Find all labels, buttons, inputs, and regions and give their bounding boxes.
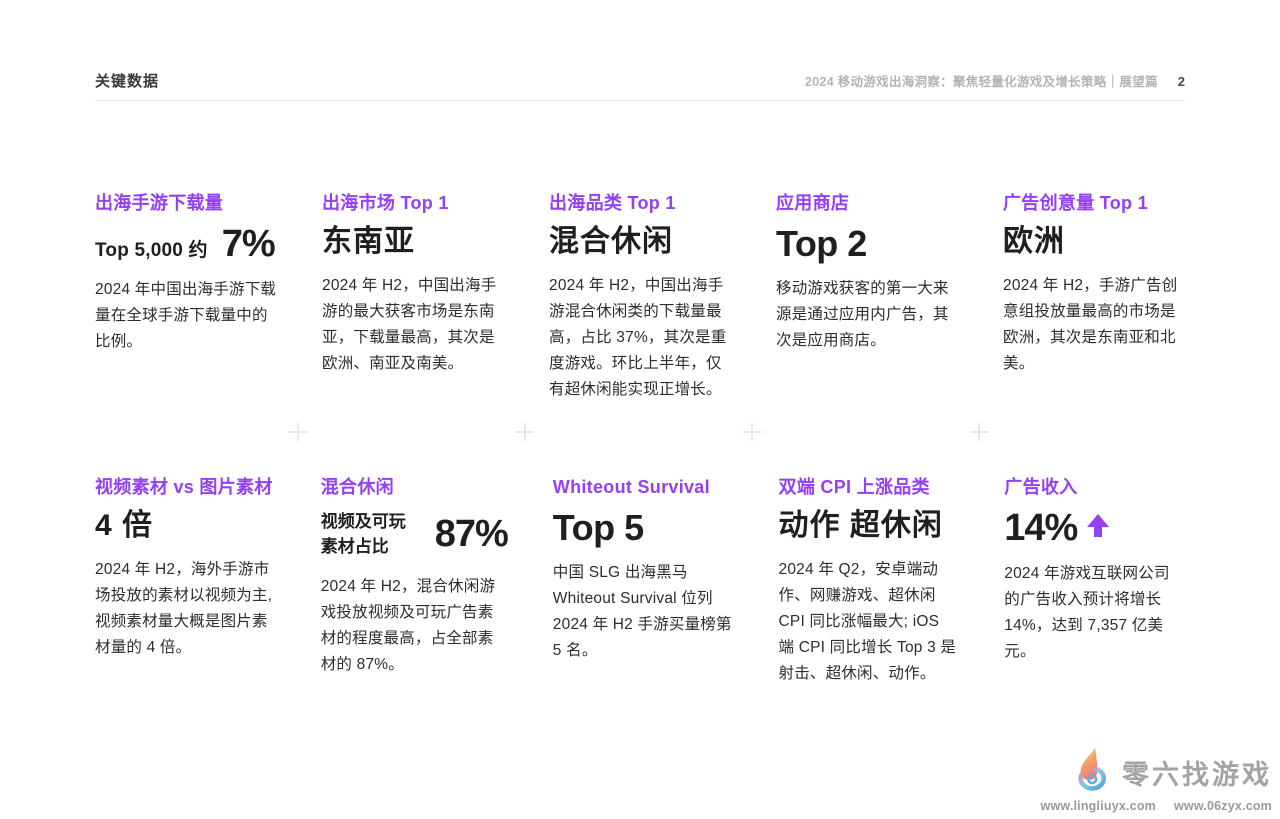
stat-card-downloads: 出海手游下载量 Top 5,000 约 7% 2024 年中国出海手游下载量在全… (95, 192, 277, 355)
stat-card-ad-revenue: 广告收入 14% 2024 年游戏互联网公司的广告收入预计将增长 14%，达到 … (1004, 476, 1185, 665)
stat-card-ad-creatives: 广告创意量 Top 1 欧洲 2024 年 H2，手游广告创意组投放量最高的市场… (1003, 192, 1185, 377)
card-label: 出海市场 Top 1 (322, 192, 504, 215)
stat-value: 动作 超休闲 (779, 509, 960, 544)
stat-value: 14% (1004, 509, 1077, 547)
report-page: { "header": { "section_title": "关键数据", "… (0, 0, 1280, 819)
flame-logo-icon (1070, 746, 1116, 799)
card-body: 2024 年游戏互联网公司的广告收入预计将增长 14%，达到 7,357 亿美元… (1004, 561, 1185, 665)
stat-value: 87% (435, 515, 508, 553)
plus-mark-icon (516, 423, 534, 441)
card-label: 出海手游下载量 (95, 192, 277, 215)
header-right: 2024 移动游戏出海洞察：聚焦轻量化游戏及增长策略｜展望篇 2 (805, 71, 1185, 90)
card-body: 2024 年 H2，混合休闲游戏投放视频及可玩广告素材的程度最高，占全部素材的 … (321, 574, 508, 678)
card-label: 广告收入 (1004, 476, 1185, 499)
watermark-top: 零六找游戏 (1070, 746, 1272, 799)
card-label: 应用商店 (776, 192, 958, 215)
stats-row-1: 出海手游下载量 Top 5,000 约 7% 2024 年中国出海手游下载量在全… (95, 192, 1185, 476)
stats-row-2: 视频素材 vs 图片素材 4 倍 2024 年 H2，海外手游市场投放的素材以视… (95, 476, 1185, 687)
stat-prefix: 视频及可玩素材占比 (321, 509, 411, 560)
card-body: 2024 年 H2，海外手游市场投放的素材以视频为主, 视频素材量大概是图片素材… (95, 557, 276, 661)
card-stat: Top 5,000 约 7% (95, 225, 277, 263)
stat-card-whiteout-survival: Whiteout Survival Top 5 中国 SLG 出海黑马 Whit… (553, 476, 734, 664)
card-body: 2024 年 Q2，安卓端动作、网赚游戏、超休闲 CPI 同比涨幅最大; iOS… (779, 557, 960, 687)
card-label: 双端 CPI 上涨品类 (779, 476, 960, 499)
watermark: 零六找游戏 www.lingliuyx.com www.06zyx.com (1041, 746, 1272, 813)
stat-value: 4 倍 (95, 509, 276, 544)
up-arrow-icon (1087, 514, 1109, 537)
stat-card-top-genre: 出海品类 Top 1 混合休闲 2024 年 H2，中国出海手游混合休闲类的下载… (549, 192, 731, 403)
stat-card-app-store: 应用商店 Top 2 移动游戏获客的第一大来源是通过应用内广告，其次是应用商店。 (776, 192, 958, 354)
card-body: 2024 年 H2，手游广告创意组投放量最高的市场是欧洲，其次是东南亚和北美。 (1003, 273, 1185, 377)
page-header: 关键数据 2024 移动游戏出海洞察：聚焦轻量化游戏及增长策略｜展望篇 2 (95, 0, 1185, 101)
card-stat: 14% (1004, 509, 1185, 547)
plus-mark-icon (743, 423, 761, 441)
card-stat: 视频及可玩素材占比 87% (321, 509, 508, 560)
stat-card-top-market: 出海市场 Top 1 东南亚 2024 年 H2，中国出海手游的最大获客市场是东… (322, 192, 504, 377)
card-body: 移动游戏获客的第一大来源是通过应用内广告，其次是应用商店。 (776, 276, 958, 354)
card-body: 2024 年中国出海手游下载量在全球手游下载量中的比例。 (95, 277, 277, 355)
page-number: 2 (1178, 74, 1185, 89)
section-title: 关键数据 (95, 70, 159, 91)
stat-card-hybrid-casual-materials: 混合休闲 视频及可玩素材占比 87% 2024 年 H2，混合休闲游戏投放视频及… (321, 476, 508, 678)
watermark-brand: 零六找游戏 (1122, 753, 1272, 792)
card-label: 出海品类 Top 1 (549, 192, 731, 215)
stat-value: 东南亚 (322, 225, 504, 260)
card-label: 混合休闲 (321, 476, 508, 499)
card-body: 2024 年 H2，中国出海手游的最大获客市场是东南亚，下载量最高，其次是欧洲、… (322, 273, 504, 377)
watermark-url: www.06zyx.com (1174, 799, 1272, 813)
stat-prefix: Top 5,000 约 (95, 235, 208, 262)
stat-card-cpi-rising: 双端 CPI 上涨品类 动作 超休闲 2024 年 Q2，安卓端动作、网赚游戏、… (779, 476, 960, 687)
stat-value: 欧洲 (1003, 225, 1185, 260)
stat-value: 混合休闲 (549, 225, 731, 260)
stat-value: 7% (222, 225, 275, 263)
doc-title: 2024 移动游戏出海洞察：聚焦轻量化游戏及增长策略｜展望篇 (805, 71, 1158, 90)
stat-value: Top 5 (553, 509, 734, 547)
card-label: 视频素材 vs 图片素材 (95, 476, 276, 499)
card-label: 广告创意量 Top 1 (1003, 192, 1185, 215)
stat-value: Top 2 (776, 225, 958, 263)
card-body: 中国 SLG 出海黑马 Whiteout Survival 位列 2024 年 … (553, 560, 734, 664)
plus-mark-icon (970, 423, 988, 441)
plus-mark-icon (289, 423, 307, 441)
watermark-url: www.lingliuyx.com (1041, 799, 1156, 813)
card-label: Whiteout Survival (553, 476, 734, 499)
stat-card-video-vs-image: 视频素材 vs 图片素材 4 倍 2024 年 H2，海外手游市场投放的素材以视… (95, 476, 276, 661)
watermark-urls: www.lingliuyx.com www.06zyx.com (1041, 799, 1272, 813)
card-body: 2024 年 H2，中国出海手游混合休闲类的下载量最高，占比 37%，其次是重度… (549, 273, 731, 403)
